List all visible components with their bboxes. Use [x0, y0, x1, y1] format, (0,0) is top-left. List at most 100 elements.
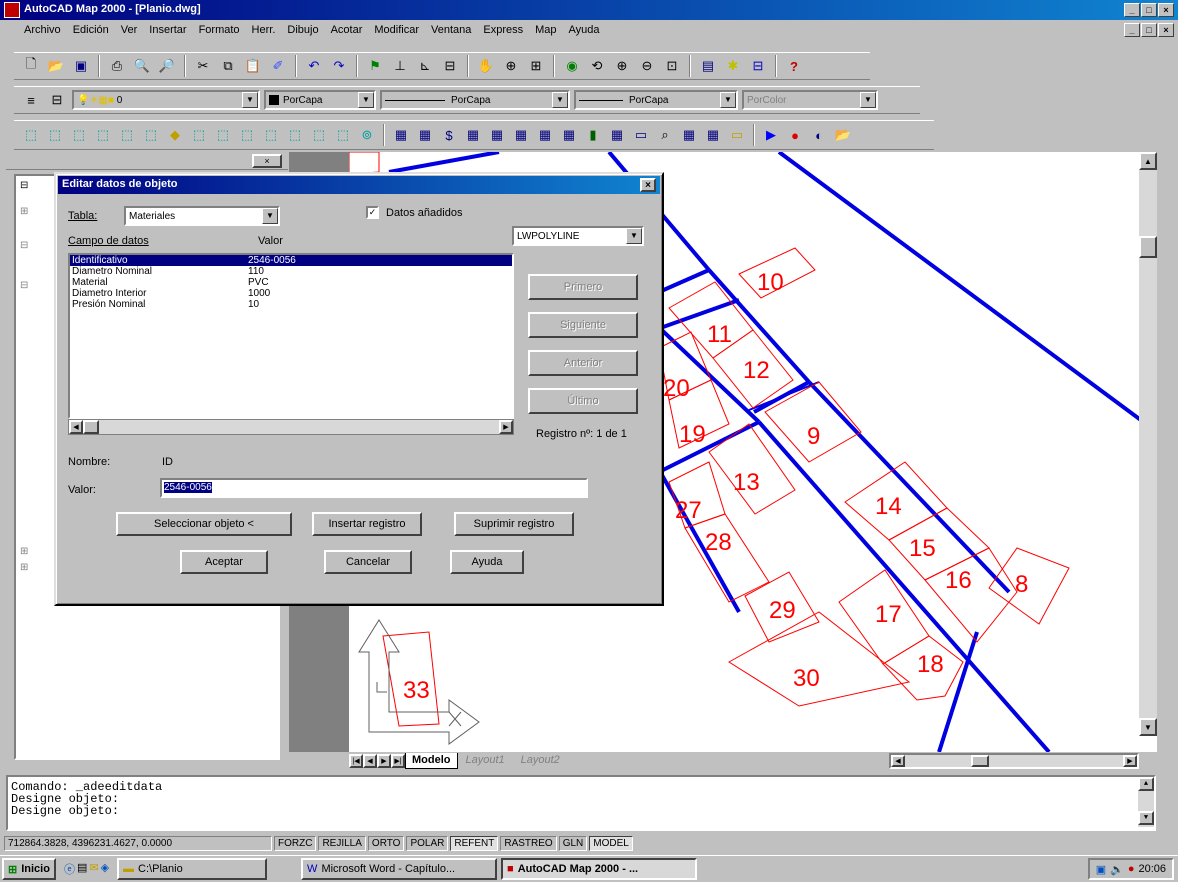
- db-view-icon[interactable]: ▦: [414, 124, 436, 146]
- next-record-button[interactable]: Siguiente: [528, 312, 638, 338]
- list-item[interactable]: Identificativo 2546-0056: [70, 255, 512, 266]
- open-icon[interactable]: 📂: [45, 55, 67, 77]
- db-dollar-icon[interactable]: $: [438, 124, 460, 146]
- ie-icon[interactable]: ⓔ: [64, 861, 75, 877]
- tree-expander-icon[interactable]: ⊟: [20, 180, 28, 191]
- osnap-toggle[interactable]: REFENT: [450, 835, 499, 851]
- autocad-icon[interactable]: [4, 2, 20, 18]
- chevron-down-icon[interactable]: ▼: [358, 92, 374, 108]
- design-center-icon[interactable]: ✱: [722, 55, 744, 77]
- doc-minimize-button[interactable]: _: [1124, 23, 1140, 37]
- menu-insert[interactable]: Insertar: [149, 24, 186, 41]
- scroll-right-button[interactable]: ▶: [1123, 755, 1137, 767]
- polar-toggle[interactable]: POLAR: [406, 835, 449, 851]
- zoom-in-icon[interactable]: ⊕: [611, 55, 633, 77]
- plotstyle-combo[interactable]: PorColor ▼: [742, 90, 878, 110]
- record-icon[interactable]: ●: [784, 124, 806, 146]
- channels-icon[interactable]: ◈: [101, 861, 109, 877]
- chevron-down-icon[interactable]: ▼: [262, 208, 278, 224]
- list-scroll-thumb[interactable]: [83, 420, 99, 434]
- scroll-left-button[interactable]: ◀: [891, 755, 905, 767]
- coordinates-display[interactable]: 712864.3828, 4396231.4627, 0.0000: [4, 835, 272, 851]
- cancel-button[interactable]: Cancelar: [324, 550, 412, 574]
- menu-express[interactable]: Express: [483, 24, 523, 41]
- tray-app-icon[interactable]: ●: [1128, 863, 1135, 875]
- properties-icon[interactable]: ▤: [697, 55, 719, 77]
- ucs-icon[interactable]: ⊾: [414, 55, 436, 77]
- db-search-icon[interactable]: ⌕: [654, 124, 676, 146]
- previous-record-button[interactable]: Anterior: [528, 350, 638, 376]
- hscroll-thumb[interactable]: [971, 755, 989, 767]
- pan-icon[interactable]: ✋: [475, 55, 497, 77]
- network-icon[interactable]: ▣: [1096, 863, 1106, 876]
- menu-tools[interactable]: Herr.: [252, 24, 276, 41]
- first-record-button[interactable]: Primero: [528, 274, 638, 300]
- delete-record-button[interactable]: Suprimir registro: [454, 512, 574, 536]
- task-autocad[interactable]: ■ AutoCAD Map 2000 - ...: [501, 858, 698, 880]
- menu-modify[interactable]: Modificar: [374, 24, 419, 41]
- tab-prev-button[interactable]: ◀: [363, 754, 377, 768]
- db-table-icon[interactable]: ▦: [390, 124, 412, 146]
- command-prompt-line[interactable]: Designe objeto:: [11, 805, 1154, 817]
- start-button[interactable]: ⊞ Inicio: [2, 858, 56, 880]
- make-current-icon[interactable]: ⊟: [46, 89, 68, 111]
- vertical-scrollbar[interactable]: ▲ ▼: [1139, 152, 1157, 736]
- menu-view[interactable]: Ver: [121, 24, 138, 41]
- map-object-data-icon[interactable]: ◆: [164, 124, 186, 146]
- inquiry-icon[interactable]: ⊟: [439, 55, 461, 77]
- db-link-icon[interactable]: ▦: [510, 124, 532, 146]
- value-input[interactable]: 2546-0056: [160, 478, 588, 498]
- ortho-toggle[interactable]: ORTO: [367, 835, 405, 851]
- linetype-combo[interactable]: PorCapa ▼: [380, 90, 570, 110]
- db-form-icon[interactable]: ▭: [630, 124, 652, 146]
- map-import-icon[interactable]: ⬚: [236, 124, 258, 146]
- chevron-down-icon[interactable]: ▼: [860, 92, 876, 108]
- menu-window[interactable]: Ventana: [431, 24, 471, 41]
- outlook-icon[interactable]: ✉: [89, 861, 98, 877]
- tab-next-button[interactable]: ▶: [377, 754, 391, 768]
- map-network-icon[interactable]: ⬚: [308, 124, 330, 146]
- snap-toggle[interactable]: FORZC: [274, 835, 317, 851]
- db-chart-icon[interactable]: ▮: [582, 124, 604, 146]
- circle-icon[interactable]: ◐: [808, 124, 830, 146]
- map-buffer-icon[interactable]: ⬚: [284, 124, 306, 146]
- menu-help[interactable]: Ayuda: [569, 24, 600, 41]
- copy-icon[interactable]: ⧉: [217, 55, 239, 77]
- menu-file[interactable]: Archivo: [24, 24, 61, 41]
- help-icon[interactable]: ?: [783, 55, 805, 77]
- insert-record-button[interactable]: Insertar registro: [312, 512, 422, 536]
- new-icon[interactable]: 🗋: [20, 55, 42, 77]
- undo-icon[interactable]: ↶: [303, 55, 325, 77]
- grid-toggle[interactable]: REJILLA: [318, 835, 366, 851]
- volume-icon[interactable]: 🔈: [1110, 863, 1124, 876]
- minimize-button[interactable]: _: [1124, 3, 1140, 17]
- aerial-view-icon[interactable]: ◉: [561, 55, 583, 77]
- command-line[interactable]: Comando: _adeeditdata Designe objeto: De…: [6, 775, 1156, 831]
- paste-icon[interactable]: 📋: [242, 55, 264, 77]
- tab-first-button[interactable]: |◀: [349, 754, 363, 768]
- list-scroll-right[interactable]: ▶: [499, 420, 513, 434]
- zoom-extents-icon[interactable]: ⊡: [661, 55, 683, 77]
- attached-data-checkbox[interactable]: ✓: [366, 206, 379, 219]
- map-drawing-icon[interactable]: ⬚: [68, 124, 90, 146]
- table-select[interactable]: Materiales ▼: [124, 206, 280, 226]
- tab-layout2[interactable]: Layout2: [513, 753, 568, 769]
- tab-last-button[interactable]: ▶|: [391, 754, 405, 768]
- zoom-realtime-icon[interactable]: ⊕: [500, 55, 522, 77]
- list-item[interactable]: Presión Nominal 10: [70, 299, 512, 310]
- db-export-icon[interactable]: ▦: [702, 124, 724, 146]
- lineweight-combo[interactable]: PorCapa ▼: [574, 90, 738, 110]
- zoom-window-icon[interactable]: ⊞: [525, 55, 547, 77]
- model-toggle[interactable]: MODEL: [589, 835, 633, 851]
- scroll-up-button[interactable]: ▲: [1139, 152, 1157, 170]
- tab-model[interactable]: Modelo: [405, 753, 458, 769]
- help-button[interactable]: Ayuda: [450, 550, 524, 574]
- play-icon[interactable]: ▶: [760, 124, 782, 146]
- redo-icon[interactable]: ↷: [328, 55, 350, 77]
- close-button[interactable]: ×: [1158, 3, 1174, 17]
- db-label-icon[interactable]: ▦: [534, 124, 556, 146]
- cut-icon[interactable]: ✂: [192, 55, 214, 77]
- layer-combo[interactable]: 💡☀▦■ 0 ▼: [72, 90, 260, 110]
- select-object-button[interactable]: Seleccionar objeto <: [116, 512, 292, 536]
- list-scroll-left[interactable]: ◀: [69, 420, 83, 434]
